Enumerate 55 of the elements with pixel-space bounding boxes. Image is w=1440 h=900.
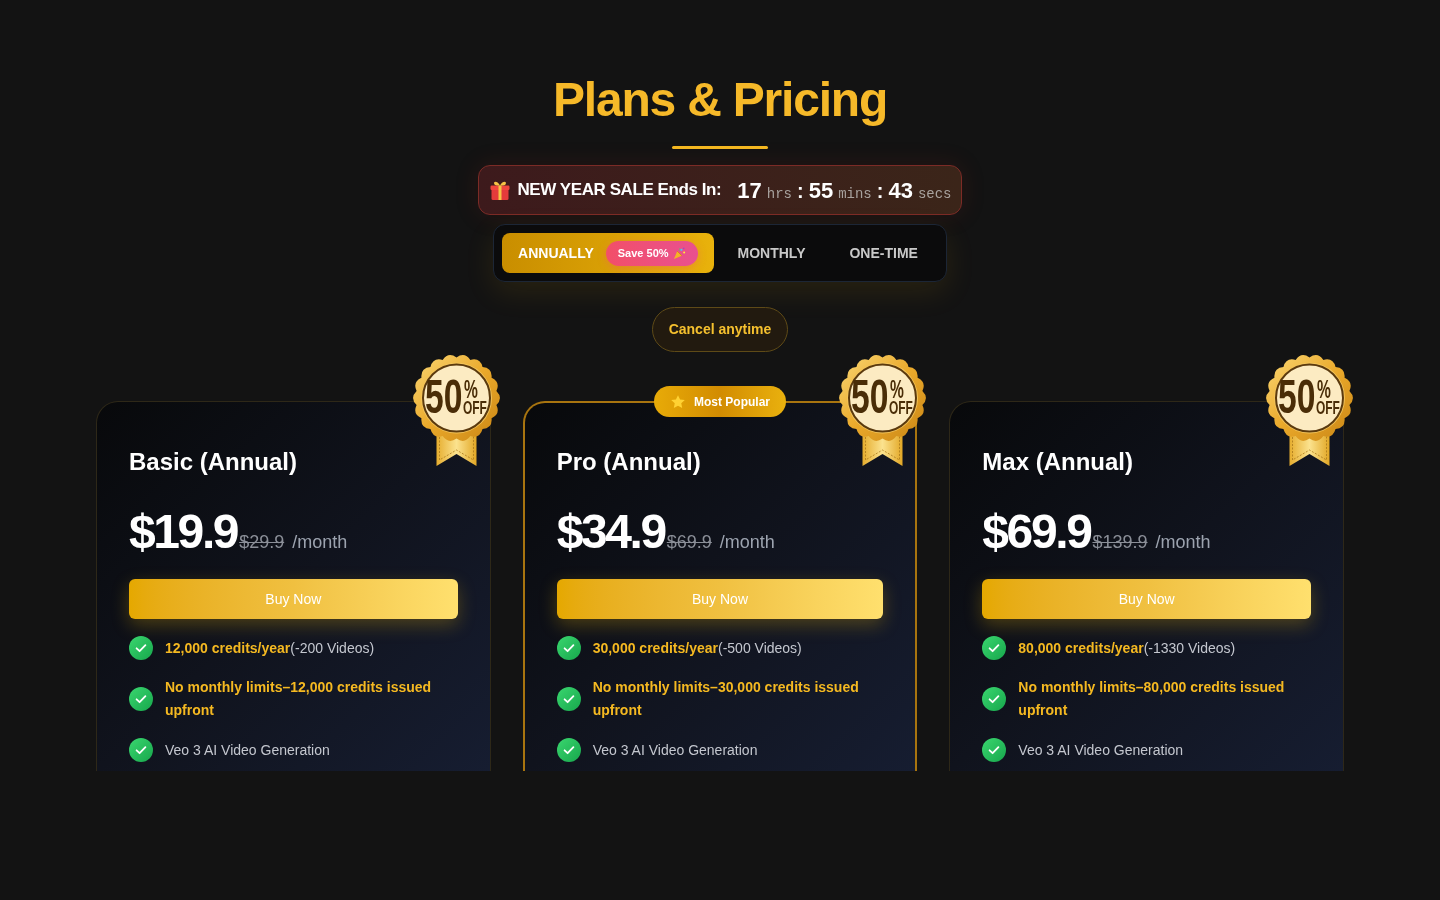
countdown-unit: mins [838, 184, 872, 204]
check-icon [982, 738, 1007, 762]
sale-label: NEW YEAR SALE Ends In: [517, 179, 722, 202]
popular-label: Most Popular [694, 393, 770, 411]
plan-title: Max (Annual) [982, 447, 1134, 477]
buy-button[interactable]: Buy Now [982, 579, 1311, 619]
countdown-unit: hrs [766, 184, 792, 204]
gift-icon [489, 179, 512, 201]
price-period: /month [1155, 531, 1211, 554]
check-icon [982, 636, 1007, 660]
discount-value: 50 [851, 373, 889, 421]
price-period: /month [292, 531, 348, 554]
countdown-value: 55 [808, 176, 834, 205]
billing-tab[interactable]: MONTHLY [717, 233, 826, 273]
billing-tab[interactable]: ONE-TIME [829, 233, 938, 273]
price: $19.9 [129, 508, 238, 556]
price-period: /month [719, 531, 775, 554]
original-price: $139.9 [1092, 531, 1148, 554]
countdown-separator: : [797, 178, 804, 204]
save-tag-text: Save 50% [617, 245, 669, 261]
feature-text: No monthly limits–30,000 credits issued upfront [592, 678, 860, 720]
countdown-unit: secs [917, 184, 952, 204]
countdown-separator: : [876, 178, 884, 204]
feature-text: 30,000 credits/year(-500 Videos) [592, 638, 802, 658]
page-title: Plans & Pricing [552, 72, 888, 128]
plan-title: Basic (Annual) [129, 447, 299, 477]
feature-text: Veo 3 AI Video Generation [165, 740, 330, 760]
check-icon [982, 687, 1007, 711]
plan-title: Pro (Annual) [556, 447, 702, 477]
price: $34.9 [556, 508, 665, 556]
original-price: $69.9 [666, 531, 712, 554]
discount-value: 50 [1278, 373, 1316, 421]
check-icon [556, 636, 581, 660]
discount-value: 50 [424, 373, 463, 421]
countdown-value: 17 [737, 176, 762, 205]
feature-text: No monthly limits–12,000 credits issued upfront [165, 678, 433, 720]
check-icon [129, 687, 153, 711]
party-popper-icon [672, 246, 686, 260]
feature-text: 80,000 credits/year(-1330 Videos) [1018, 638, 1236, 658]
original-price: $29.9 [239, 531, 285, 554]
star-icon [670, 393, 686, 410]
feature-text: Veo 3 AI Video Generation [592, 740, 758, 760]
check-icon [129, 636, 153, 660]
buy-button[interactable]: Buy Now [129, 579, 458, 619]
price: $69.9 [982, 508, 1091, 556]
billing-tab[interactable]: ANNUALLY Save 50% [502, 233, 714, 273]
buy-button[interactable]: Buy Now [556, 579, 884, 619]
countdown-value: 43 [888, 176, 913, 205]
check-icon [556, 738, 581, 762]
check-icon [129, 738, 153, 762]
cancel-note: Cancel anytime [651, 307, 789, 352]
feature-text: No monthly limits–80,000 credits issued upfront [1018, 678, 1286, 720]
feature-text: Veo 3 AI Video Generation [1018, 740, 1184, 760]
feature-text: 12,000 credits/year(-200 Videos) [165, 638, 375, 658]
check-icon [556, 687, 581, 711]
